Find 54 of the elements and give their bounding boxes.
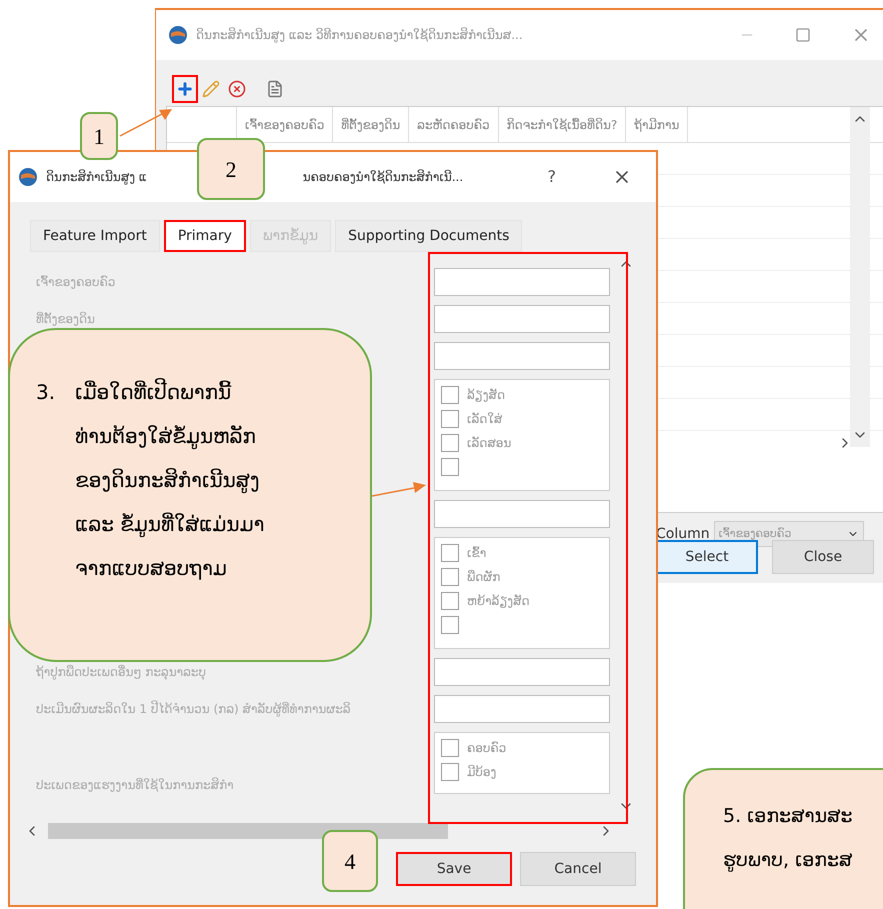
checklist-item[interactable]: ເລັດໃສ່ [441, 410, 603, 428]
note-text: ທ່ານຕ້ອງໃສ່ຂໍ້ມູນຫລັກ [75, 423, 257, 452]
note-text: ແລະ ຂໍ້ມູນທີ່ໃສ່ແມ່ນມາ [75, 511, 264, 540]
tab[interactable]: Supporting Documents [335, 220, 522, 252]
dialog-button[interactable]: Cancel [520, 852, 636, 886]
help-button[interactable]: ? [548, 165, 556, 189]
dialog-title: ດິນກະສິກຳເນີນສູງ ແ [46, 168, 147, 186]
checklist-item[interactable]: ຄອບຄົວ [441, 739, 603, 757]
add-icon[interactable] [176, 80, 194, 98]
input-field[interactable] [434, 268, 610, 296]
step-number-callout: 4 [322, 830, 378, 892]
input-field[interactable] [434, 500, 610, 528]
column-header[interactable]: ທີ່ຕັ້ງຂອງດິນ [333, 107, 410, 142]
column-header[interactable]: ກິດຈະກຳໃຊ້ເນື້ອທີ່ດິນ? [498, 107, 626, 142]
input-field[interactable] [434, 695, 610, 723]
field-label: ຖ້າປູກພືດປະເພດອື່ນໆ ກະລຸນາລະບຸ [35, 665, 206, 679]
step-number-callout: 2 [197, 138, 265, 200]
note-text: ຂອງດິນກະສິກຳເນີນສູງ [75, 467, 260, 496]
globe-logo-icon [168, 25, 188, 45]
column-header[interactable]: ຖ້າມີການ [626, 107, 688, 142]
checklist-item[interactable]: ພືດຜັກ [441, 568, 603, 586]
field-label: ປະເມີນຜົນຜະລິດໃນ 1 ປີໄດ້ຈຳນວນ (ກລ) ສຳລັບຜູ້ທີ່ທຳການຜະລິ [35, 702, 351, 716]
tab[interactable]: Primary [164, 220, 246, 252]
globe-logo-icon [18, 167, 38, 187]
input-field[interactable] [434, 305, 610, 333]
checklist-item[interactable]: ເລັດສອນ [441, 434, 603, 452]
checklist-item[interactable]: ລ້ຽງສັດ [441, 386, 603, 404]
tab[interactable]: Feature Import [30, 220, 160, 252]
input-field[interactable] [434, 342, 610, 370]
field-label: ປະເພດຂອງແຮງງານທີ່ໃຊ້ໃນການກະສິກຳ [35, 778, 234, 792]
step-number-callout: 1 [80, 112, 118, 160]
delete-icon[interactable] [228, 80, 246, 98]
input-field[interactable] [434, 658, 610, 686]
maximize-icon[interactable] [795, 27, 811, 43]
note-text: ເມື່ອໃດທີ່ເປີດພາກນີ້ [75, 377, 232, 406]
note-text: ຮູບພາບ, ເອກະສ [723, 848, 854, 874]
dialog-title: ນຄອບຄອງນຳໃຊ້ດິນກະສິກຳເນີ... [302, 168, 464, 186]
checklist-item[interactable]: ຫຍ້າລ້ຽງສັດ [441, 592, 603, 610]
column-header[interactable]: ລະຫັດຄອບຄົວ [409, 107, 499, 142]
note-text: ຈາກແບບສອບຖາມ [75, 555, 228, 582]
document-icon[interactable] [266, 80, 284, 98]
dialog-button[interactable]: Save [396, 852, 512, 886]
field-label: ເຈົ້າຂອງຄອບຄົວ [35, 275, 116, 289]
note-text: 5. ເອກະສານສະ [723, 804, 854, 829]
highlight-frame [172, 75, 198, 103]
pencil-icon[interactable] [202, 80, 220, 98]
dialog-button[interactable]: Select [656, 540, 758, 574]
step-number: 3. [36, 379, 56, 406]
window-title: ດິນກະສິກຳເນີນສູງ ແລະ ວິທີການຄອບຄອງນຳໃຊ້ດິນກະສິກຳເນີນສ... [196, 26, 523, 44]
checklist-item[interactable]: ມີບ້ອງ [441, 763, 603, 781]
field-label: ທີ່ຕັ້ງຂອງດິນ [35, 312, 95, 326]
checklist-item[interactable]: ເຂົ້າ [441, 544, 603, 562]
vertical-scrollbar[interactable] [850, 107, 870, 447]
dialog-button[interactable]: Close [772, 540, 874, 574]
